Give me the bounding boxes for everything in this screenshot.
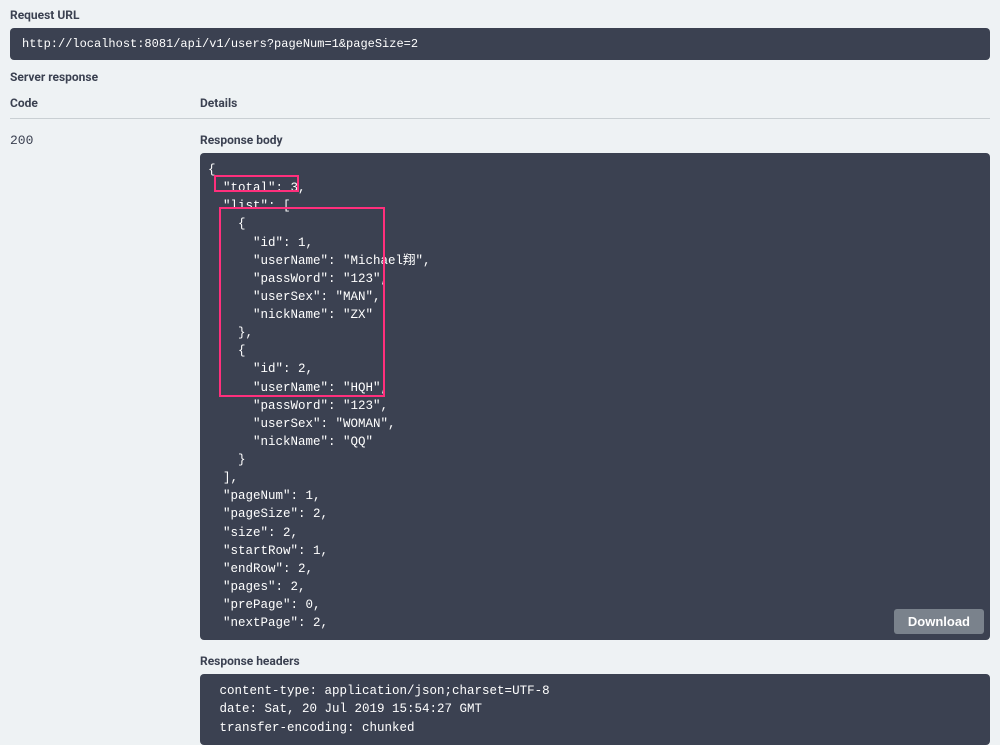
download-button[interactable]: Download	[894, 609, 984, 634]
column-header-code: Code	[10, 96, 200, 110]
response-headers-block: content-type: application/json;charset=U…	[200, 674, 990, 744]
response-headers-text[interactable]: content-type: application/json;charset=U…	[212, 682, 978, 736]
response-body-block: { "total": 3, "list": [ { "id": 1, "user…	[200, 153, 990, 640]
response-headers-label: Response headers	[200, 654, 990, 668]
response-body-label: Response body	[200, 133, 990, 147]
response-table-row: 200 Response body { "total": 3, "list": …	[10, 119, 990, 745]
status-code: 200	[10, 133, 33, 148]
column-header-details: Details	[200, 96, 990, 110]
response-body-text[interactable]: { "total": 3, "list": [ { "id": 1, "user…	[208, 161, 978, 632]
server-response-label: Server response	[10, 70, 990, 84]
response-table-header: Code Details	[10, 90, 990, 119]
request-url-value: http://localhost:8081/api/v1/users?pageN…	[10, 28, 990, 60]
request-url-label: Request URL	[10, 8, 990, 22]
